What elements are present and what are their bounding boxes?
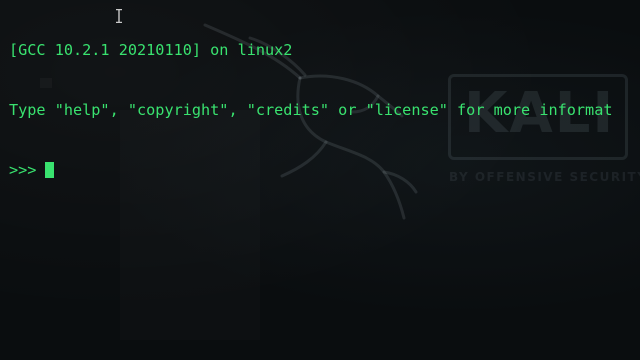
terminal-window[interactable]: KALI BY OFFENSIVE SECURITY [GCC 10.2.1 2…: [0, 0, 640, 360]
help-hint-line: Type "help", "copyright", "credits" or "…: [9, 101, 613, 119]
gcc-version-line: [GCC 10.2.1 20210110] on linux2: [9, 41, 293, 59]
prompt-line[interactable]: >>>: [9, 160, 612, 180]
text-ibeam-cursor-icon: [116, 9, 122, 23]
python-prompt: >>>: [9, 161, 37, 179]
block-cursor[interactable]: [45, 162, 55, 178]
terminal-output: [GCC 10.2.1 20210110] on linux2 Type "he…: [9, 0, 612, 220]
